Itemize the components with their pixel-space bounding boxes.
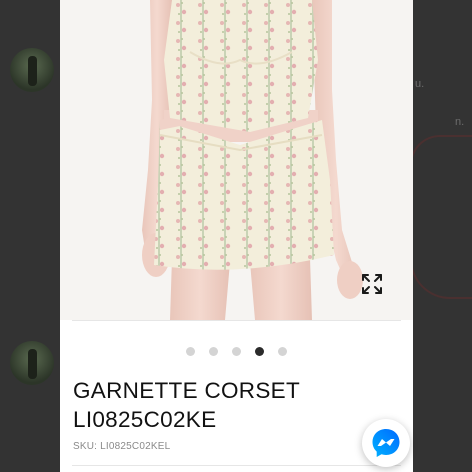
carousel-dot-2[interactable] xyxy=(209,347,218,356)
product-image[interactable] xyxy=(60,0,413,320)
sku-label: SKU: xyxy=(73,441,98,452)
sku-value: LI0825C02KEL xyxy=(100,441,171,452)
sticker-image xyxy=(410,135,472,299)
product-title-line-2: LI0825C02KE xyxy=(73,407,217,432)
carousel-indicators xyxy=(60,347,413,357)
messenger-chat-button[interactable] xyxy=(362,419,410,467)
carousel-dot-5[interactable] xyxy=(278,347,287,356)
sku: SKU: LI0825C02KEL xyxy=(73,441,170,452)
expand-icon xyxy=(362,274,382,294)
avatar xyxy=(10,341,54,385)
carousel-dot-3[interactable] xyxy=(232,347,241,356)
expand-image-button[interactable] xyxy=(361,273,383,295)
carousel-dot-4[interactable] xyxy=(255,347,264,356)
product-modal: GARNETTE CORSET LI0825C02KE SKU: LI0825C0… xyxy=(60,0,413,472)
background-text: n. xyxy=(455,116,465,128)
divider xyxy=(72,465,401,466)
product-photo xyxy=(142,0,363,320)
messenger-icon xyxy=(372,429,400,457)
product-title: GARNETTE CORSET LI0825C02KE xyxy=(73,376,403,434)
product-title-line-1: GARNETTE CORSET xyxy=(73,378,301,403)
carousel-dot-1[interactable] xyxy=(186,347,195,356)
divider xyxy=(72,320,401,321)
background-text: u. xyxy=(415,78,425,90)
avatar xyxy=(10,48,54,92)
